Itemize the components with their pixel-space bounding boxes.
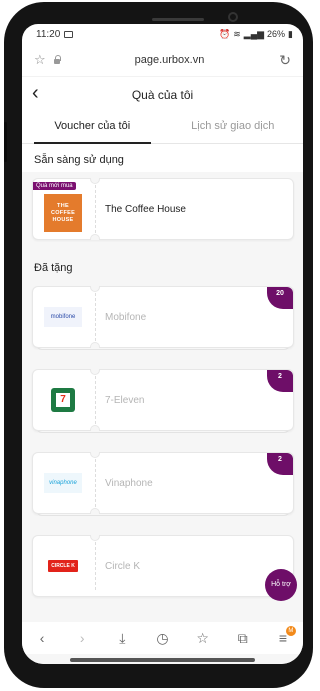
voucher-brand-name: 7-Eleven — [105, 394, 145, 406]
voucher-count-badge: 2 — [267, 453, 293, 475]
section-ready-title: Sẵn sàng sử dụng — [22, 144, 303, 172]
battery-icon: ▮ — [288, 28, 293, 39]
voucher-list: Sẵn sàng sử dụng THE COFFEE HOUSE Quà mớ… — [22, 144, 303, 664]
tabs-icon[interactable]: ⧉ — [230, 630, 256, 647]
reload-icon[interactable]: ↻ — [279, 52, 291, 69]
seven-eleven-logo: 7 — [51, 388, 75, 412]
voucher-brand-name: The Coffee House — [105, 203, 186, 215]
menu-icon[interactable]: ≡ M — [270, 626, 296, 646]
vinaphone-logo: vinaphone — [44, 473, 82, 493]
menu-badge: M — [285, 626, 296, 636]
battery-level: 26% — [267, 29, 286, 39]
coffee-house-logo: THE COFFEE HOUSE — [44, 194, 82, 232]
voucher-brand-name: Vinaphone — [105, 477, 153, 489]
section-given-title: Đã tặng — [34, 262, 73, 274]
browser-bottom-nav: ‹ › ⤓ ◷ ☆ ⧉ ≡ M — [22, 622, 303, 654]
volume-button — [4, 122, 7, 162]
speaker-grille — [152, 18, 204, 21]
mobifone-logo: mobifone — [44, 307, 82, 327]
tab-transaction-history[interactable]: Lịch sử giao dịch — [163, 112, 304, 143]
history-clock-icon[interactable]: ◷ — [149, 630, 175, 647]
status-time: 11:20 — [36, 28, 61, 40]
voucher-card-circle-k[interactable]: CIRCLE K Circle K — [32, 535, 294, 597]
url-text[interactable]: page.urbox.vn — [135, 54, 205, 66]
phone-frame: 11:20 ⏰ ≋ ▂▄▆ 26% ▮ ☆ page.urbox.vn ↻ ‹ … — [4, 2, 313, 688]
voucher-card-mobifone[interactable]: mobifone Mobifone 20 — [32, 286, 294, 348]
voucher-count-badge: 20 — [267, 287, 293, 309]
new-purchase-badge: Quà mới mua — [33, 182, 76, 190]
gallery-icon — [64, 30, 74, 38]
nav-forward-icon[interactable]: › — [69, 630, 95, 646]
bookmark-star-icon[interactable]: ☆ — [34, 52, 46, 68]
app-header: ‹ Quà của tôi — [22, 76, 303, 112]
wifi-icon: ≋ — [233, 28, 241, 39]
download-icon[interactable]: ⤓ — [109, 630, 135, 647]
lock-icon — [53, 55, 61, 64]
browser-address-bar[interactable]: ☆ page.urbox.vn ↻ — [22, 44, 303, 76]
voucher-card-coffee-house[interactable]: THE COFFEE HOUSE Quà mới mua The Coffee … — [32, 178, 294, 240]
home-indicator — [70, 658, 255, 662]
voucher-brand-name: Mobifone — [105, 311, 147, 323]
screen: 11:20 ⏰ ≋ ▂▄▆ 26% ▮ ☆ page.urbox.vn ↻ ‹ … — [22, 24, 303, 664]
nav-back-icon[interactable]: ‹ — [29, 630, 55, 646]
tab-bar: Voucher của tôi Lịch sử giao dịch — [22, 112, 303, 144]
support-button[interactable]: Hỗ trợ — [265, 569, 297, 601]
voucher-count-badge: 2 — [267, 370, 293, 392]
circle-k-logo: CIRCLE K — [48, 560, 78, 572]
voucher-brand-name: Circle K — [105, 560, 141, 572]
voucher-card-7-eleven[interactable]: 7 7-Eleven 2 — [32, 369, 294, 431]
signal-icon: ▂▄▆ — [243, 28, 265, 39]
front-camera — [228, 12, 238, 22]
alarm-icon: ⏰ — [219, 28, 231, 39]
page-title: Quà của tôi — [131, 87, 194, 102]
favorites-star-icon[interactable]: ☆ — [190, 630, 216, 647]
back-arrow-icon[interactable]: ‹ — [32, 83, 39, 103]
status-bar: 11:20 ⏰ ≋ ▂▄▆ 26% ▮ — [22, 24, 303, 44]
voucher-card-vinaphone[interactable]: vinaphone Vinaphone 2 — [32, 452, 294, 514]
tab-my-vouchers[interactable]: Voucher của tôi — [22, 112, 163, 144]
